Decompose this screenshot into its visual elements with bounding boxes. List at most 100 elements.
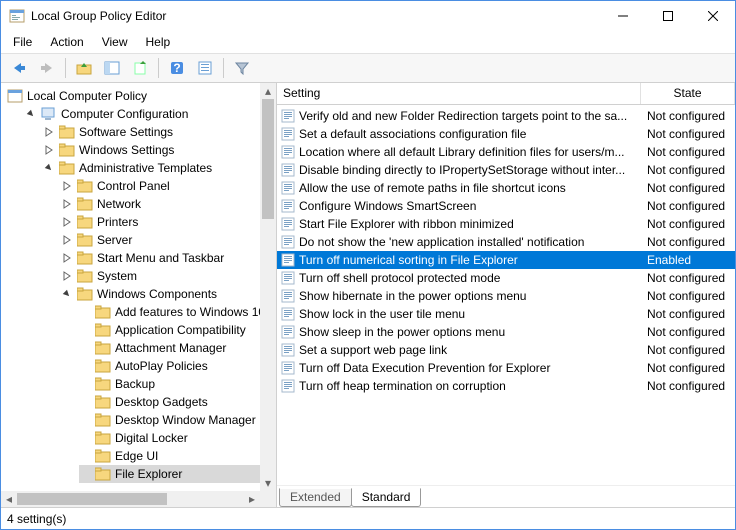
scroll-right-button[interactable]: ▸ xyxy=(244,491,260,507)
policy-tree[interactable]: Local Computer Policy Computer Configura… xyxy=(7,87,260,483)
setting-row[interactable]: Turn off numerical sorting in File Explo… xyxy=(277,251,735,269)
tree-item[interactable]: System xyxy=(61,267,260,285)
collapse-icon[interactable] xyxy=(25,108,37,120)
tree-item[interactable]: Desktop Window Manager xyxy=(79,411,260,429)
menu-view[interactable]: View xyxy=(94,33,136,51)
setting-row[interactable]: Turn off heap termination on corruptionN… xyxy=(277,377,735,395)
tree-item[interactable]: Digital Locker xyxy=(79,429,260,447)
close-button[interactable] xyxy=(690,1,735,31)
tree-item[interactable]: Desktop Gadgets xyxy=(79,393,260,411)
setting-row[interactable]: Allow the use of remote paths in file sh… xyxy=(277,179,735,197)
setting-row[interactable]: Disable binding directly to IPropertySet… xyxy=(277,161,735,179)
expand-icon[interactable] xyxy=(61,252,73,264)
tree-label: File Explorer xyxy=(115,467,182,481)
tree-label: Add features to Windows 10 xyxy=(115,305,260,319)
list-header: Setting State xyxy=(277,83,735,105)
menu-action[interactable]: Action xyxy=(42,33,91,51)
folder-icon xyxy=(95,377,111,391)
expand-icon[interactable] xyxy=(61,270,73,282)
expand-icon[interactable] xyxy=(61,198,73,210)
setting-row[interactable]: Configure Windows SmartScreenNot configu… xyxy=(277,197,735,215)
scroll-thumb[interactable] xyxy=(262,99,274,219)
setting-row[interactable]: Show lock in the user tile menuNot confi… xyxy=(277,305,735,323)
setting-row[interactable]: Show hibernate in the power options menu… xyxy=(277,287,735,305)
folder-icon xyxy=(59,143,75,157)
menu-help[interactable]: Help xyxy=(138,33,179,51)
expand-icon[interactable] xyxy=(61,216,73,228)
status-text: 4 setting(s) xyxy=(7,512,66,526)
setting-row[interactable]: Set a support web page linkNot configure… xyxy=(277,341,735,359)
setting-row[interactable]: Do not show the 'new application install… xyxy=(277,233,735,251)
tree-root[interactable]: Local Computer Policy xyxy=(7,87,260,105)
tree-item[interactable]: Backup xyxy=(79,375,260,393)
column-setting[interactable]: Setting xyxy=(277,83,641,104)
setting-row[interactable]: Location where all default Library defin… xyxy=(277,143,735,161)
setting-row[interactable]: Set a default associations configuration… xyxy=(277,125,735,143)
tree-label: Windows Components xyxy=(97,287,217,301)
setting-label: Turn off numerical sorting in File Explo… xyxy=(299,253,641,267)
scroll-left-button[interactable]: ◂ xyxy=(1,491,17,507)
minimize-button[interactable] xyxy=(600,1,645,31)
tree-item[interactable]: Printers xyxy=(61,213,260,231)
scroll-down-button[interactable]: ▾ xyxy=(260,475,276,491)
tree-item[interactable]: Add features to Windows 10 xyxy=(79,303,260,321)
tree-item[interactable]: File Explorer xyxy=(79,465,260,483)
tree-item[interactable]: Network xyxy=(61,195,260,213)
tab-standard[interactable]: Standard xyxy=(351,488,422,507)
tree-item[interactable]: Control Panel xyxy=(61,177,260,195)
setting-label: Verify old and new Folder Redirection ta… xyxy=(299,109,641,123)
column-state[interactable]: State xyxy=(641,83,735,104)
tree-item[interactable]: Windows Components xyxy=(61,285,260,303)
export-list-button[interactable] xyxy=(128,57,152,79)
tree-item[interactable]: Server xyxy=(61,231,260,249)
setting-state: Enabled xyxy=(641,253,735,267)
tree-scroll-area[interactable]: Local Computer Policy Computer Configura… xyxy=(1,83,260,491)
tree-windows-settings[interactable]: Windows Settings xyxy=(43,141,260,159)
scroll-thumb[interactable] xyxy=(17,493,167,505)
filter-button[interactable] xyxy=(230,57,254,79)
forward-button[interactable] xyxy=(35,57,59,79)
expand-icon[interactable] xyxy=(43,144,55,156)
tree-computer-config[interactable]: Computer Configuration xyxy=(25,105,260,123)
show-hide-tree-button[interactable] xyxy=(100,57,124,79)
settings-list[interactable]: Verify old and new Folder Redirection ta… xyxy=(277,105,735,485)
expand-icon[interactable] xyxy=(61,234,73,246)
expand-icon[interactable] xyxy=(43,126,55,138)
scroll-up-button[interactable]: ▴ xyxy=(260,83,276,99)
tree-item[interactable]: Edge UI xyxy=(79,447,260,465)
tree-item[interactable]: Attachment Manager xyxy=(79,339,260,357)
folder-icon xyxy=(77,269,93,283)
expand-spacer xyxy=(79,414,91,426)
up-folder-button[interactable] xyxy=(72,57,96,79)
setting-row[interactable]: Show sleep in the power options menuNot … xyxy=(277,323,735,341)
tree-item[interactable]: AutoPlay Policies xyxy=(79,357,260,375)
statusbar: 4 setting(s) xyxy=(1,507,735,529)
expand-spacer xyxy=(79,360,91,372)
collapse-icon[interactable] xyxy=(61,288,73,300)
back-button[interactable] xyxy=(7,57,31,79)
separator xyxy=(65,58,66,78)
setting-state: Not configured xyxy=(641,361,735,375)
setting-row[interactable]: Turn off Data Execution Prevention for E… xyxy=(277,359,735,377)
expand-spacer xyxy=(79,342,91,354)
setting-row[interactable]: Turn off shell protocol protected modeNo… xyxy=(277,269,735,287)
setting-row[interactable]: Start File Explorer with ribbon minimize… xyxy=(277,215,735,233)
properties-button[interactable] xyxy=(193,57,217,79)
expand-icon[interactable] xyxy=(61,180,73,192)
tree-item[interactable]: Start Menu and Taskbar xyxy=(61,249,260,267)
help-button[interactable]: ? xyxy=(165,57,189,79)
setting-row[interactable]: Verify old and new Folder Redirection ta… xyxy=(277,107,735,125)
policy-icon xyxy=(281,253,295,267)
tab-extended[interactable]: Extended xyxy=(279,488,352,507)
menu-file[interactable]: File xyxy=(5,33,40,51)
tree-item[interactable]: Application Compatibility xyxy=(79,321,260,339)
tree-pane: Local Computer Policy Computer Configura… xyxy=(1,83,277,507)
tree-label: Start Menu and Taskbar xyxy=(97,251,224,265)
maximize-button[interactable] xyxy=(645,1,690,31)
tree-software-settings[interactable]: Software Settings xyxy=(43,123,260,141)
expand-spacer xyxy=(79,306,91,318)
tree-horizontal-scrollbar[interactable]: ◂ ▸ xyxy=(1,491,260,507)
tree-admin-templates[interactable]: Administrative Templates xyxy=(43,159,260,177)
tree-vertical-scrollbar[interactable]: ▴ ▾ xyxy=(260,83,276,491)
collapse-icon[interactable] xyxy=(43,162,55,174)
